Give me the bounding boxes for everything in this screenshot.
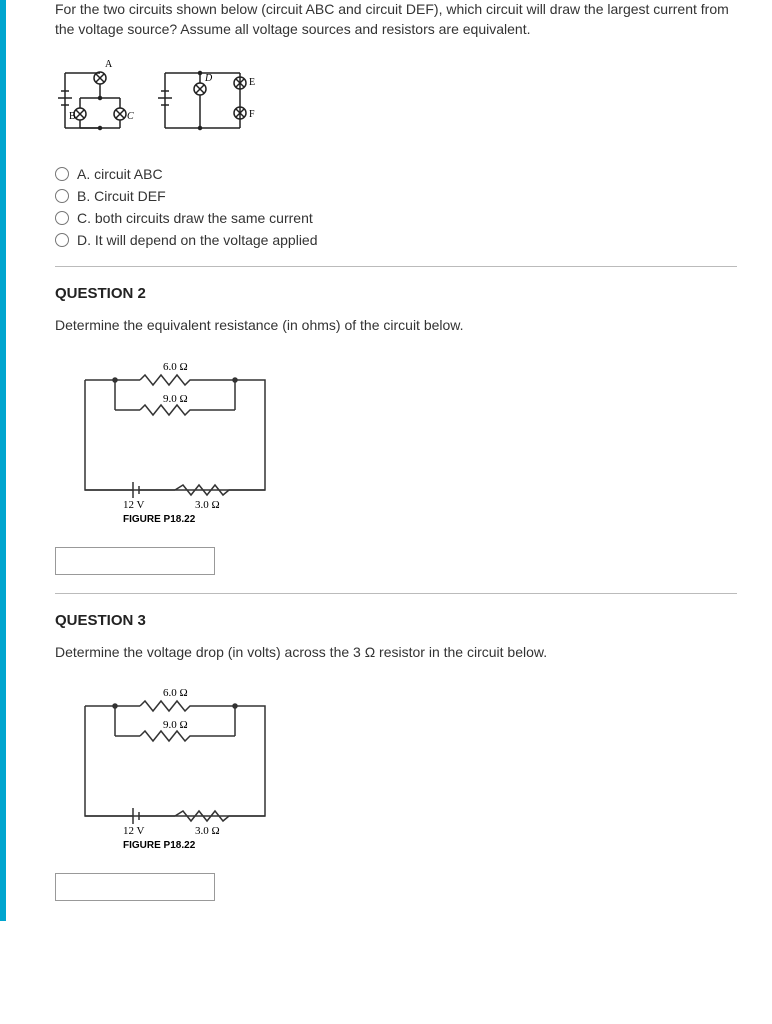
q1-option-d[interactable]: D. It will depend on the voltage applied — [55, 232, 737, 248]
q1-circuit-diagram: A B C — [55, 53, 265, 146]
q2-r3-label: 3.0 Ω — [195, 499, 220, 511]
q1-radio-b[interactable] — [55, 189, 69, 203]
q3-prompt: Determine the voltage drop (in volts) ac… — [55, 643, 737, 663]
q3-figure: 6.0 Ω 9.0 Ω 3.0 Ω 12 V FIGURE P18.22 — [55, 676, 295, 859]
quiz-content: For the two circuits shown below (circui… — [0, 0, 772, 921]
q1-prompt: For the two circuits shown below (circui… — [55, 0, 737, 39]
q1-option-c-label: C. both circuits draw the same current — [77, 210, 313, 226]
label-A: A — [105, 59, 113, 70]
q1-option-b[interactable]: B. Circuit DEF — [55, 188, 737, 204]
q3-r1-label: 6.0 Ω — [163, 687, 188, 699]
q1-option-d-label: D. It will depend on the voltage applied — [77, 232, 318, 248]
q2-r2-label: 9.0 Ω — [163, 393, 188, 405]
q3-r2-label: 9.0 Ω — [163, 719, 188, 731]
q1-option-a-label: A. circuit ABC — [77, 166, 163, 182]
q1-options: A. circuit ABC B. Circuit DEF C. both ci… — [55, 166, 737, 248]
q2-heading: QUESTION 2 — [55, 285, 737, 302]
label-E: E — [249, 77, 255, 88]
q3-heading: QUESTION 3 — [55, 612, 737, 629]
q3-r3-label: 3.0 Ω — [195, 825, 220, 837]
q1-option-a[interactable]: A. circuit ABC — [55, 166, 737, 182]
q1-radio-c[interactable] — [55, 211, 69, 225]
q3-answer-input[interactable] — [55, 873, 215, 901]
divider-2 — [55, 593, 737, 594]
label-F: F — [249, 109, 255, 120]
q2-answer-input[interactable] — [55, 547, 215, 575]
q2-prompt: Determine the equivalent resistance (in … — [55, 316, 737, 336]
q1-radio-d[interactable] — [55, 233, 69, 247]
label-D: D — [204, 73, 213, 84]
label-C: C — [127, 111, 134, 122]
q3-fig-caption: FIGURE P18.22 — [123, 840, 196, 851]
q1-radio-a[interactable] — [55, 167, 69, 181]
q3-v-label: 12 V — [123, 825, 145, 837]
q1-option-b-label: B. Circuit DEF — [77, 188, 166, 204]
q2-r1-label: 6.0 Ω — [163, 361, 188, 373]
q2-figure: 6.0 Ω 9.0 Ω 3.0 Ω 12 V FIGURE P18.22 — [55, 350, 295, 533]
left-accent-bar — [0, 0, 6, 921]
q2-fig-caption: FIGURE P18.22 — [123, 514, 196, 525]
divider-1 — [55, 266, 737, 267]
label-B: B — [69, 111, 76, 122]
q2-v-label: 12 V — [123, 499, 145, 511]
q1-option-c[interactable]: C. both circuits draw the same current — [55, 210, 737, 226]
